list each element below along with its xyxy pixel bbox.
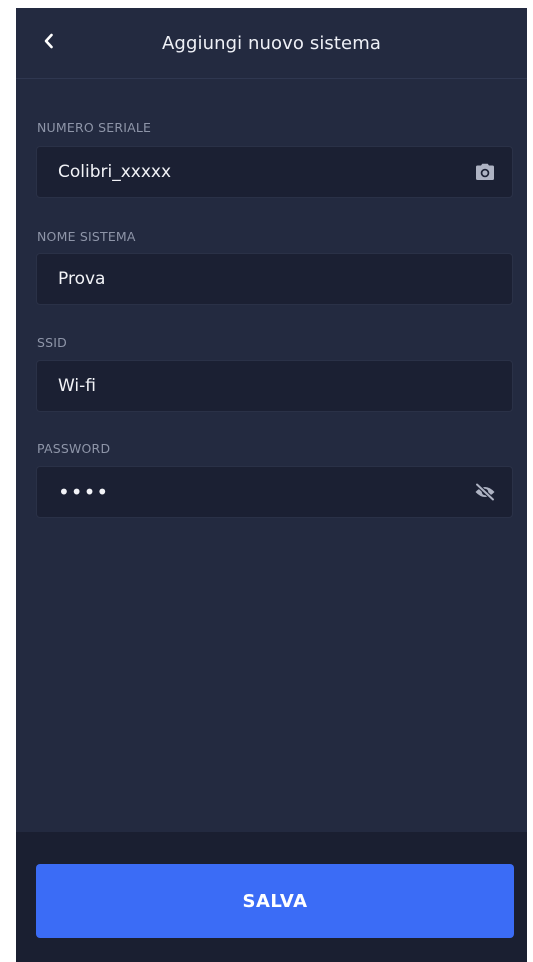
back-button[interactable] xyxy=(34,28,64,58)
chevron-left-icon xyxy=(43,33,55,53)
serial-number-field[interactable]: Colibri_xxxxx xyxy=(36,146,513,198)
password-field[interactable]: •••• xyxy=(36,466,513,518)
camera-icon[interactable] xyxy=(474,161,496,183)
header-bar: Aggiungi nuovo sistema xyxy=(16,8,527,79)
ssid-field[interactable]: Wi-fi xyxy=(36,360,513,412)
system-name-label: NOME SISTEMA xyxy=(37,229,136,244)
serial-number-label: NUMERO SERIALE xyxy=(37,120,152,135)
serial-number-value: Colibri_xxxxx xyxy=(58,162,172,182)
ssid-value: Wi-fi xyxy=(58,376,97,396)
ssid-label: SSID xyxy=(37,335,67,350)
system-name-field[interactable]: Prova xyxy=(36,253,513,305)
page-title: Aggiungi nuovo sistema xyxy=(162,32,381,54)
password-label: PASSWORD xyxy=(37,441,111,456)
save-button[interactable]: SALVA xyxy=(36,864,514,938)
password-value: •••• xyxy=(58,480,110,504)
eye-off-icon[interactable] xyxy=(474,481,496,503)
system-name-value: Prova xyxy=(58,269,106,289)
bottom-action-bar: SALVA xyxy=(16,832,527,962)
app-screen: Aggiungi nuovo sistema NUMERO SERIALE Co… xyxy=(16,8,527,962)
